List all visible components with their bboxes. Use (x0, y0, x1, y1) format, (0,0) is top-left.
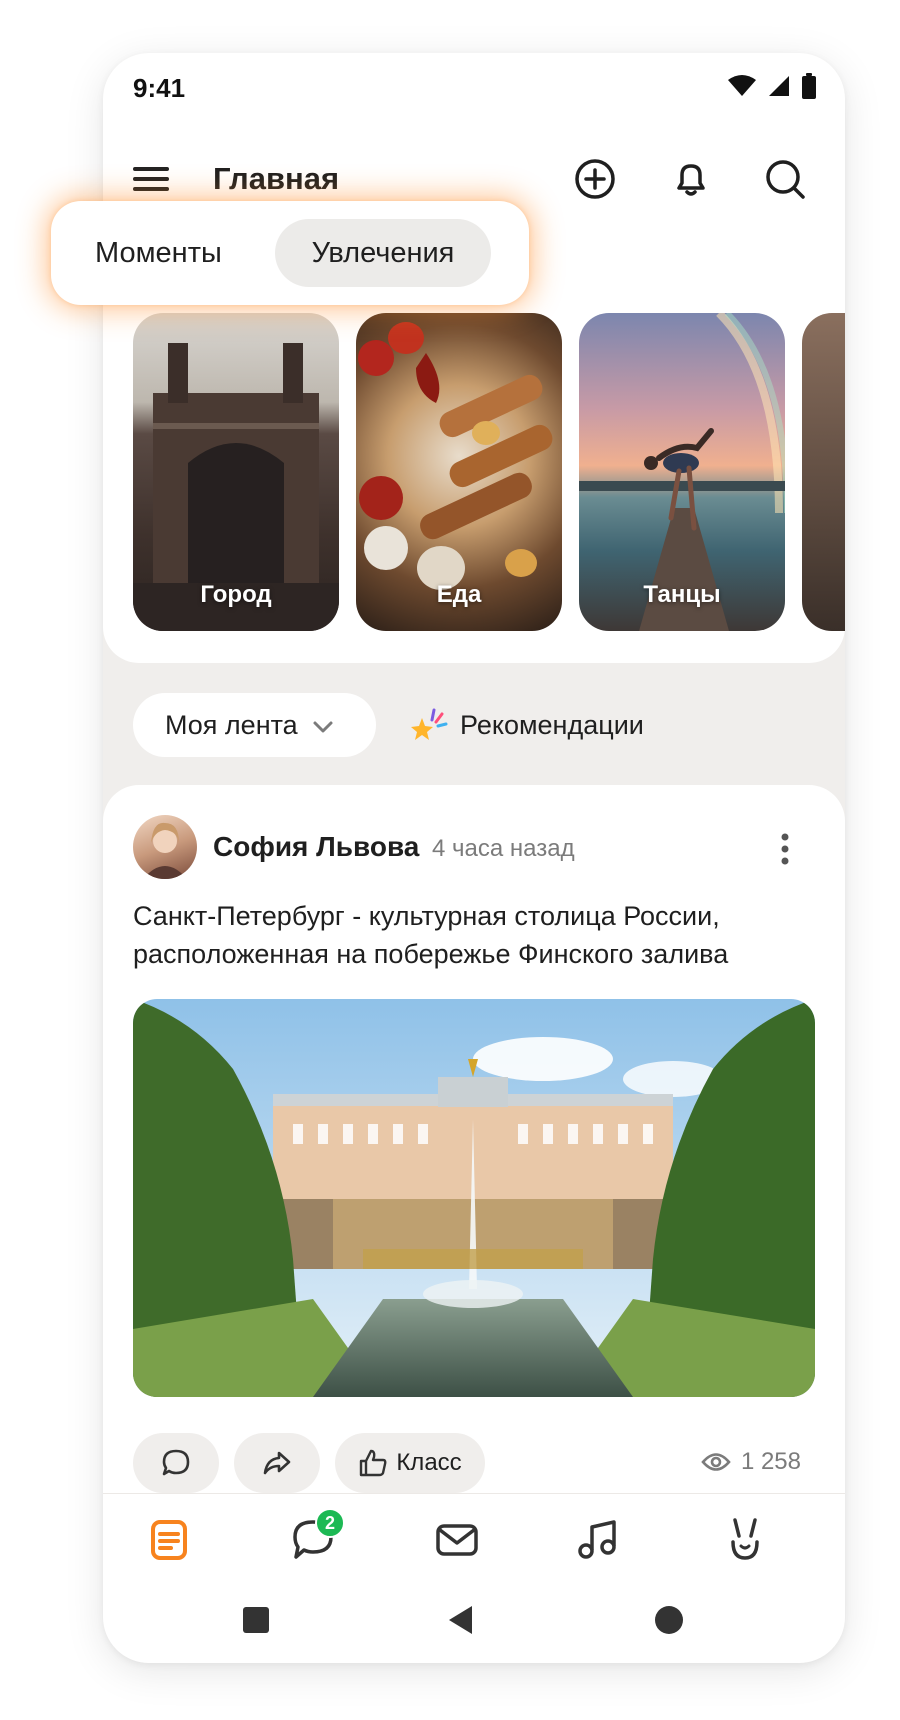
menu-button[interactable] (131, 159, 171, 199)
tab-switcher: Моменты Увлечения (51, 201, 529, 305)
comment-button[interactable] (133, 1433, 219, 1493)
status-bar: 9:41 (103, 53, 845, 123)
sparkle-star-icon (411, 708, 448, 740)
class-label: Класс (396, 1449, 462, 1476)
story-card-food[interactable]: Еда (356, 313, 562, 631)
mail-icon (436, 1524, 478, 1556)
signal-icon (769, 76, 789, 96)
thumbs-up-icon (360, 1449, 387, 1477)
notifications-button[interactable] (669, 157, 713, 201)
feed-icon (151, 1520, 187, 1560)
share-button[interactable] (234, 1433, 320, 1493)
nav-mail[interactable] (433, 1516, 481, 1564)
games-icon (731, 1518, 759, 1560)
page-title: Главная (213, 161, 340, 196)
story-label: Еда (436, 581, 482, 608)
post-text: Санкт-Петербург - культурная столица Рос… (133, 901, 729, 969)
feed-switcher: Моя лента Рекомендации (103, 693, 845, 759)
avatar[interactable] (133, 815, 197, 879)
story-label: Город (200, 581, 272, 608)
views-counter: 1 258 (701, 1448, 801, 1476)
chevron-down-icon (313, 721, 333, 733)
post-card: София Львова 4 часа назад Санкт-Петербур… (103, 785, 845, 1505)
story-card-dance[interactable]: Танцы (579, 313, 785, 631)
class-like-button[interactable]: Класс (335, 1433, 485, 1493)
my-feed-dropdown[interactable]: Моя лента (133, 693, 376, 757)
back-triangle-icon[interactable] (448, 1605, 474, 1635)
wifi-icon (728, 75, 756, 96)
recommendations-label: Рекомендации (460, 709, 644, 740)
nav-feed[interactable] (145, 1516, 193, 1564)
recents-square-icon[interactable] (242, 1606, 270, 1634)
story-card-city[interactable]: Город (133, 313, 339, 631)
post-actions: Класс 1 258 (133, 1433, 823, 1493)
battery-icon (802, 73, 816, 99)
comment-icon (162, 1449, 190, 1476)
add-button[interactable] (573, 157, 617, 201)
bottom-navigation: 2 (103, 1493, 845, 1663)
post-image[interactable] (133, 999, 815, 1397)
more-vertical-icon (781, 833, 789, 865)
home-circle-icon[interactable] (654, 1605, 684, 1635)
stories-carousel: Город Еда Танцы (103, 313, 845, 633)
story-card-partial[interactable] (802, 313, 845, 631)
top-panel: 9:41 Главная Город Еда Танцы (103, 53, 845, 663)
eye-icon (701, 1453, 731, 1471)
bell-icon (677, 164, 705, 196)
plus-circle-icon (575, 159, 615, 199)
status-icons (727, 73, 817, 99)
unread-badge: 2 (315, 1508, 345, 1538)
nav-messages[interactable]: 2 (289, 1508, 345, 1564)
tab-hobbies[interactable]: Увлечения (275, 219, 491, 287)
palace-fountain-illustration (133, 999, 815, 1397)
music-icon (578, 1520, 616, 1559)
search-button[interactable] (763, 157, 807, 201)
tab-moments[interactable]: Моменты (95, 219, 222, 287)
nav-music[interactable] (575, 1516, 623, 1564)
post-author[interactable]: София Львова (213, 831, 419, 863)
post-time: 4 часа назад (432, 835, 575, 862)
views-count: 1 258 (740, 1448, 801, 1475)
story-label: Танцы (643, 581, 721, 608)
my-feed-label: Моя лента (165, 709, 298, 740)
recommendations-link[interactable]: Рекомендации (408, 693, 644, 757)
more-options-button[interactable] (775, 829, 795, 869)
status-time: 9:41 (133, 73, 186, 103)
system-navigation (103, 1594, 845, 1644)
share-icon (263, 1451, 291, 1475)
avatar-image (143, 822, 187, 879)
search-icon (766, 160, 805, 199)
nav-games[interactable] (721, 1516, 769, 1564)
